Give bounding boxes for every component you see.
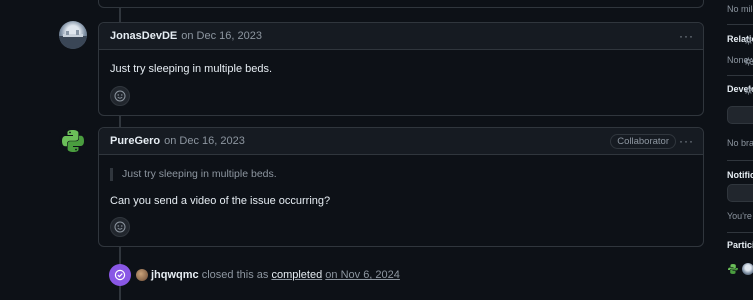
gear-icon[interactable] [744,86,753,98]
avatar-photo-icon [59,30,87,49]
gear-icon[interactable] [744,57,753,69]
sidebar-divider [727,232,753,233]
sidebar-development-text: No bra [727,138,753,148]
python-logo-icon [62,130,84,152]
avatar-jhqwqmc[interactable] [136,269,148,281]
avatar-puregero[interactable] [59,127,87,155]
sidebar-divider [727,75,753,76]
participant-avatar-photo[interactable] [742,263,753,275]
event-user[interactable]: jhqwqmc [151,269,199,281]
avatar-jonasdevde[interactable] [59,21,87,49]
add-reaction-button[interactable] [110,217,130,237]
participant-avatar-python-icon[interactable] [727,263,739,275]
comment-puregero: PureGero on Dec 16, 2023 Collaborator ··… [98,127,704,247]
comment-header: PureGero on Dec 16, 2023 Collaborator ··… [99,128,703,155]
comment-author[interactable]: JonasDevDE [110,30,177,42]
comment-body: Just try sleeping in multiple beds. [99,50,703,75]
closed-completed-icon [109,264,131,286]
event-text: jhqwqmc closed this as completed on Nov … [151,269,400,281]
sidebar-divider [727,24,753,25]
sidebar-milestone-text: No mile [727,4,753,14]
comment-text: Just try sleeping in multiple beds. [110,63,273,75]
sidebar-development-button[interactable] [727,106,753,124]
previous-comment-bottom [98,0,704,8]
comment-jonasdevde: JonasDevDE on Dec 16, 2023 ··· Just try … [98,22,704,116]
comment-author[interactable]: PureGero [110,135,160,147]
comment-body: Just try sleeping in multiple beds. Can … [99,155,703,207]
smiley-icon [114,90,126,102]
sidebar-notifications-heading: Notific [727,170,753,180]
comment-date[interactable]: on Dec 16, 2023 [181,30,262,42]
closed-event: jhqwqmc closed this as completed on Nov … [109,264,400,286]
comment-text: Can you send a video of the issue occurr… [110,195,331,207]
comment-date[interactable]: on Dec 16, 2023 [164,135,245,147]
kebab-menu-icon[interactable]: ··· [679,29,694,43]
kebab-menu-icon[interactable]: ··· [679,134,694,148]
gear-icon[interactable] [744,36,753,48]
event-date[interactable]: on Nov 6, 2024 [325,269,400,281]
collaborator-badge: Collaborator [610,134,676,149]
sidebar-notifications-text: You're [727,211,752,221]
add-reaction-button[interactable] [110,86,130,106]
quoted-reply: Just try sleeping in multiple beds. [110,168,692,181]
sidebar-divider [727,160,753,161]
sidebar-subscribe-button[interactable] [727,184,753,202]
comment-header: JonasDevDE on Dec 16, 2023 ··· [99,23,703,50]
sidebar-participants-heading: Partici [727,240,753,250]
event-action: closed this as [201,269,269,281]
smiley-icon [114,221,126,233]
event-status-link[interactable]: completed [271,269,322,281]
